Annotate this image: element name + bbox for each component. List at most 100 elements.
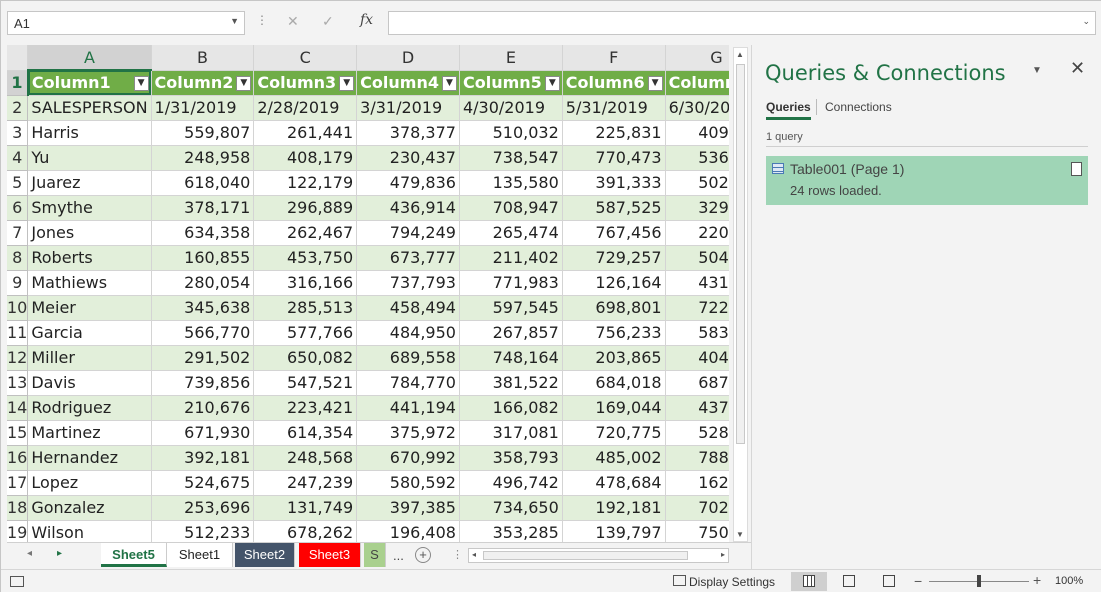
row-header[interactable]: 1 xyxy=(7,70,28,95)
cell[interactable]: 510,032 xyxy=(459,120,562,145)
cell[interactable]: 210,676 xyxy=(151,395,254,420)
cell[interactable]: Garcia xyxy=(28,320,151,345)
cell[interactable]: 358,793 xyxy=(459,445,562,470)
tab-sheet1[interactable]: Sheet1 xyxy=(167,543,233,567)
formula-input[interactable]: ⌄ xyxy=(388,11,1096,35)
cell[interactable]: 192,181 xyxy=(562,495,665,520)
cell[interactable]: 291,502 xyxy=(151,345,254,370)
cell[interactable]: 614,354 xyxy=(254,420,357,445)
cell[interactable]: 431,000 xyxy=(665,270,729,295)
cell[interactable]: 397,385 xyxy=(357,495,460,520)
query-item[interactable]: Table001 (Page 1) 24 rows loaded. xyxy=(766,156,1088,205)
row-header[interactable]: 4 xyxy=(7,145,28,170)
page-layout-button[interactable] xyxy=(831,572,867,591)
cell[interactable]: 734,650 xyxy=(459,495,562,520)
cell[interactable]: 317,081 xyxy=(459,420,562,445)
row-header[interactable]: 11 xyxy=(7,320,28,345)
filter-dropdown-icon[interactable]: ▼ xyxy=(648,76,663,91)
cell[interactable]: 378,377 xyxy=(357,120,460,145)
cell[interactable]: Mathiews xyxy=(28,270,151,295)
cell[interactable]: 285,513 xyxy=(254,295,357,320)
table-header-cell[interactable]: Column7▼ xyxy=(665,70,729,95)
cell[interactable]: 458,494 xyxy=(357,295,460,320)
cell[interactable]: 738,547 xyxy=(459,145,562,170)
cell[interactable]: Rodriguez xyxy=(28,395,151,420)
expand-formula-icon[interactable]: ⌄ xyxy=(1082,16,1090,27)
cell[interactable]: Jones xyxy=(28,220,151,245)
cell[interactable]: Davis xyxy=(28,370,151,395)
row-header[interactable]: 8 xyxy=(7,245,28,270)
cell[interactable]: 139,797 xyxy=(562,520,665,542)
cell[interactable]: 436,914 xyxy=(357,195,460,220)
cell[interactable]: Juarez xyxy=(28,170,151,195)
cell[interactable]: 708,947 xyxy=(459,195,562,220)
cell[interactable]: 504,461 xyxy=(665,245,729,270)
cell[interactable]: 211,402 xyxy=(459,245,562,270)
cell[interactable]: 6/30/2019 xyxy=(665,95,729,120)
vertical-scrollbar[interactable]: ▲ ▼ xyxy=(733,47,748,542)
cell[interactable]: 748,164 xyxy=(459,345,562,370)
cell[interactable]: 739,856 xyxy=(151,370,254,395)
cell[interactable]: 770,473 xyxy=(562,145,665,170)
cell[interactable]: 484,950 xyxy=(357,320,460,345)
filter-dropdown-icon[interactable]: ▼ xyxy=(545,76,560,91)
scroll-up-icon[interactable]: ▲ xyxy=(736,50,744,59)
tab-sheet2[interactable]: Sheet2 xyxy=(235,543,295,567)
cell[interactable]: 784,770 xyxy=(357,370,460,395)
cell[interactable]: 634,358 xyxy=(151,220,254,245)
cell[interactable]: 587,525 xyxy=(562,195,665,220)
cell[interactable]: 689,558 xyxy=(357,345,460,370)
column-header[interactable]: D xyxy=(357,45,460,70)
cell[interactable]: Smythe xyxy=(28,195,151,220)
cell[interactable]: 262,467 xyxy=(254,220,357,245)
cell[interactable]: 196,408 xyxy=(357,520,460,542)
cell[interactable]: Wilson xyxy=(28,520,151,542)
zoom-level[interactable]: 100% xyxy=(1055,575,1083,587)
cell[interactable]: 437,781 xyxy=(665,395,729,420)
cell[interactable]: 381,522 xyxy=(459,370,562,395)
add-sheet-icon[interactable]: + xyxy=(415,547,431,563)
cell[interactable]: 345,638 xyxy=(151,295,254,320)
cell[interactable]: Lopez xyxy=(28,470,151,495)
cell[interactable]: 687,470 xyxy=(665,370,729,395)
scroll-left-icon[interactable]: ◂ xyxy=(472,550,476,559)
cell[interactable]: 392,181 xyxy=(151,445,254,470)
row-header[interactable]: 12 xyxy=(7,345,28,370)
row-header[interactable]: 9 xyxy=(7,270,28,295)
cell[interactable]: 248,568 xyxy=(254,445,357,470)
cell[interactable]: 160,855 xyxy=(151,245,254,270)
row-header[interactable]: 14 xyxy=(7,395,28,420)
column-header[interactable]: F xyxy=(562,45,665,70)
cell[interactable]: 670,992 xyxy=(357,445,460,470)
cell[interactable]: 220,762 xyxy=(665,220,729,245)
cell[interactable]: 408,179 xyxy=(254,145,357,170)
cell[interactable]: 2/28/2019 xyxy=(254,95,357,120)
select-all-corner[interactable] xyxy=(7,45,28,70)
row-header[interactable]: 7 xyxy=(7,220,28,245)
name-box[interactable]: A1 ▼ xyxy=(7,11,245,35)
cell[interactable]: 794,249 xyxy=(357,220,460,245)
cell[interactable]: 536,438 xyxy=(665,145,729,170)
insert-function-icon[interactable]: fx xyxy=(360,12,373,28)
row-header[interactable]: 5 xyxy=(7,170,28,195)
cell[interactable]: 720,775 xyxy=(562,420,665,445)
cell[interactable]: 247,239 xyxy=(254,470,357,495)
more-vertical-icon[interactable]: ⋮ xyxy=(256,13,268,27)
cell[interactable]: 580,592 xyxy=(357,470,460,495)
pane-options-icon[interactable]: ▼ xyxy=(1032,65,1042,76)
cell[interactable]: 267,857 xyxy=(459,320,562,345)
table-header-cell[interactable]: Column6▼ xyxy=(562,70,665,95)
cell[interactable]: 126,164 xyxy=(562,270,665,295)
cell[interactable]: Roberts xyxy=(28,245,151,270)
zoom-slider-thumb[interactable] xyxy=(977,575,981,587)
cell[interactable]: Meier xyxy=(28,295,151,320)
cell[interactable]: 378,171 xyxy=(151,195,254,220)
zoom-in-icon[interactable]: + xyxy=(1033,572,1041,588)
next-sheet-icon[interactable]: ▸ xyxy=(57,548,62,559)
cell[interactable]: 722,572 xyxy=(665,295,729,320)
cell[interactable]: 618,040 xyxy=(151,170,254,195)
row-header[interactable]: 3 xyxy=(7,120,28,145)
cell[interactable]: 230,437 xyxy=(357,145,460,170)
cell[interactable]: 296,889 xyxy=(254,195,357,220)
prev-sheet-icon[interactable]: ◂ xyxy=(27,548,32,559)
